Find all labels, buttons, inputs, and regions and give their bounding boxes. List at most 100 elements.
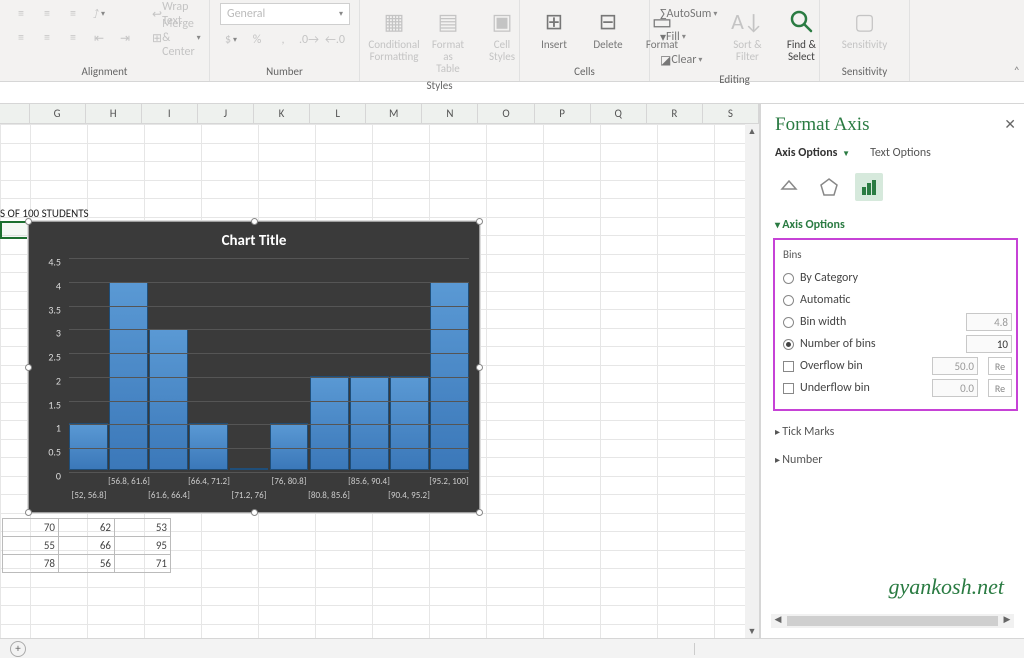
sort-filter-button[interactable]: A↓Sort & Filter bbox=[723, 3, 771, 65]
cell[interactable]: 62 bbox=[59, 519, 115, 537]
underflow-value[interactable]: 0.0 bbox=[932, 379, 978, 397]
close-icon[interactable]: ✕ bbox=[1004, 116, 1016, 133]
percent-button[interactable]: % bbox=[246, 29, 268, 51]
section-number[interactable]: Number bbox=[775, 453, 1016, 467]
dec-inc-button[interactable]: .0→ bbox=[298, 29, 320, 51]
histogram-bar[interactable] bbox=[430, 282, 469, 470]
chart-handle[interactable] bbox=[476, 218, 483, 225]
overflow-value[interactable]: 50.0 bbox=[932, 357, 978, 375]
col-header[interactable]: K bbox=[254, 104, 310, 123]
find-select-button[interactable]: Find & Select bbox=[777, 3, 825, 65]
radio-automatic[interactable]: Automatic bbox=[783, 289, 1012, 311]
sensitivity-button[interactable]: ▢Sensitivity bbox=[838, 3, 891, 53]
col-header[interactable]: P bbox=[535, 104, 591, 123]
scroll-thumb[interactable] bbox=[787, 616, 998, 626]
axis-options-icon[interactable] bbox=[855, 173, 883, 201]
overflow-reset[interactable]: Re bbox=[988, 357, 1012, 375]
check-underflow-bin[interactable]: Underflow bin0.0Re bbox=[783, 377, 1012, 399]
col-header[interactable]: I bbox=[142, 104, 198, 123]
align-mid[interactable]: ≡ bbox=[36, 3, 58, 25]
col-header[interactable]: L bbox=[310, 104, 366, 123]
cell[interactable]: 56 bbox=[59, 555, 115, 573]
chart-title[interactable]: Chart Title bbox=[29, 222, 479, 250]
autosum-button[interactable]: ∑ AutoSum ▾ bbox=[660, 3, 717, 25]
chart-handle[interactable] bbox=[251, 218, 258, 225]
section-tick-marks[interactable]: Tick Marks bbox=[775, 425, 1016, 439]
col-header[interactable]: N bbox=[422, 104, 478, 123]
col-header[interactable] bbox=[0, 104, 30, 123]
align-center[interactable]: ≡ bbox=[36, 27, 58, 49]
histogram-bar[interactable] bbox=[230, 468, 269, 470]
clear-button[interactable]: ◪ Clear ▾ bbox=[660, 49, 717, 71]
histogram-bar[interactable] bbox=[109, 282, 148, 470]
pane-horizontal-scrollbar[interactable]: ◀ ▶ bbox=[771, 614, 1014, 628]
align-top[interactable]: ≡ bbox=[10, 3, 32, 25]
col-header[interactable]: O bbox=[478, 104, 534, 123]
chart-handle[interactable] bbox=[476, 509, 483, 516]
conditional-formatting-button[interactable]: ▦Conditional Formatting bbox=[370, 3, 418, 65]
col-header[interactable]: S bbox=[703, 104, 759, 123]
fill-line-icon[interactable] bbox=[775, 173, 803, 201]
histogram-bar[interactable] bbox=[350, 376, 389, 470]
delete-button[interactable]: ⊟Delete bbox=[584, 3, 632, 53]
cell[interactable]: 70 bbox=[3, 519, 59, 537]
histogram-bar[interactable] bbox=[189, 423, 228, 470]
histogram-bar[interactable] bbox=[390, 376, 429, 470]
chart-handle[interactable] bbox=[25, 218, 32, 225]
vertical-scrollbar[interactable]: ▲ ▼ bbox=[745, 124, 759, 638]
bin-width-value[interactable]: 4.8 bbox=[966, 313, 1012, 331]
merge-center-button[interactable]: ⊞ Merge & Center ▾ bbox=[148, 27, 205, 49]
col-header[interactable]: M bbox=[366, 104, 422, 123]
align-bot[interactable]: ≡ bbox=[62, 3, 84, 25]
collapse-ribbon-icon[interactable]: ˄ bbox=[1014, 65, 1020, 79]
scroll-up-icon[interactable]: ▲ bbox=[745, 124, 759, 138]
cell-styles-button[interactable]: ▣Cell Styles bbox=[478, 3, 526, 65]
scroll-down-icon[interactable]: ▼ bbox=[745, 624, 759, 638]
number-format-combo[interactable]: General▾ bbox=[220, 3, 350, 25]
dec-dec-button[interactable]: ←.0 bbox=[324, 29, 346, 51]
format-as-table-button[interactable]: ▤Format as Table bbox=[424, 3, 472, 77]
new-sheet-button[interactable]: + bbox=[10, 641, 26, 657]
scroll-left-icon[interactable]: ◀ bbox=[771, 614, 785, 628]
formula-bar[interactable] bbox=[0, 82, 1024, 104]
embedded-chart[interactable]: Chart Title 00.511.522.533.544.5 [52, 56… bbox=[28, 221, 480, 513]
accounting-button[interactable]: $▾ bbox=[220, 29, 242, 51]
cell[interactable]: 95 bbox=[115, 537, 171, 555]
section-axis-options[interactable]: Axis Options bbox=[775, 218, 1016, 232]
effects-icon[interactable] bbox=[815, 173, 843, 201]
orientation[interactable]: ⭜▾ bbox=[88, 3, 110, 25]
comma-button[interactable]: , bbox=[272, 29, 294, 51]
indent-dec[interactable]: ⇤ bbox=[88, 27, 110, 49]
col-header[interactable]: H bbox=[86, 104, 142, 123]
check-overflow-bin[interactable]: Overflow bin50.0Re bbox=[783, 355, 1012, 377]
radio-by-category[interactable]: By Category bbox=[783, 267, 1012, 289]
col-header[interactable]: Q bbox=[591, 104, 647, 123]
number-of-bins-value[interactable]: 10 bbox=[966, 335, 1012, 353]
col-header[interactable]: R bbox=[647, 104, 703, 123]
underflow-reset[interactable]: Re bbox=[988, 379, 1012, 397]
tab-text-options[interactable]: Text Options bbox=[870, 146, 931, 160]
tab-axis-options[interactable]: Axis Options ▼ bbox=[775, 146, 850, 160]
worksheet[interactable]: G H I J K L M N O P Q R S S OF 100 STUDE… bbox=[0, 104, 760, 638]
indent-inc[interactable]: ⇥ bbox=[114, 27, 136, 49]
cell[interactable]: 71 bbox=[115, 555, 171, 573]
radio-number-of-bins[interactable]: Number of bins10 bbox=[783, 333, 1012, 355]
plot-area[interactable] bbox=[69, 258, 469, 470]
chart-handle[interactable] bbox=[476, 364, 483, 371]
histogram-bar[interactable] bbox=[270, 423, 309, 470]
radio-bin-width[interactable]: Bin width4.8 bbox=[783, 311, 1012, 333]
cell[interactable]: 66 bbox=[59, 537, 115, 555]
chart-handle[interactable] bbox=[251, 509, 258, 516]
chart-handle[interactable] bbox=[25, 509, 32, 516]
cell[interactable]: 53 bbox=[115, 519, 171, 537]
scroll-right-icon[interactable]: ▶ bbox=[1000, 614, 1014, 628]
cell[interactable]: 78 bbox=[3, 555, 59, 573]
fill-button[interactable]: ▾ Fill ▾ bbox=[660, 26, 717, 48]
col-header[interactable]: G bbox=[30, 104, 86, 123]
align-left[interactable]: ≡ bbox=[10, 27, 32, 49]
align-right[interactable]: ≡ bbox=[62, 27, 84, 49]
cell[interactable]: 55 bbox=[3, 537, 59, 555]
insert-button[interactable]: ⊞Insert bbox=[530, 3, 578, 53]
histogram-bar[interactable] bbox=[310, 376, 349, 470]
col-header[interactable]: J bbox=[198, 104, 254, 123]
